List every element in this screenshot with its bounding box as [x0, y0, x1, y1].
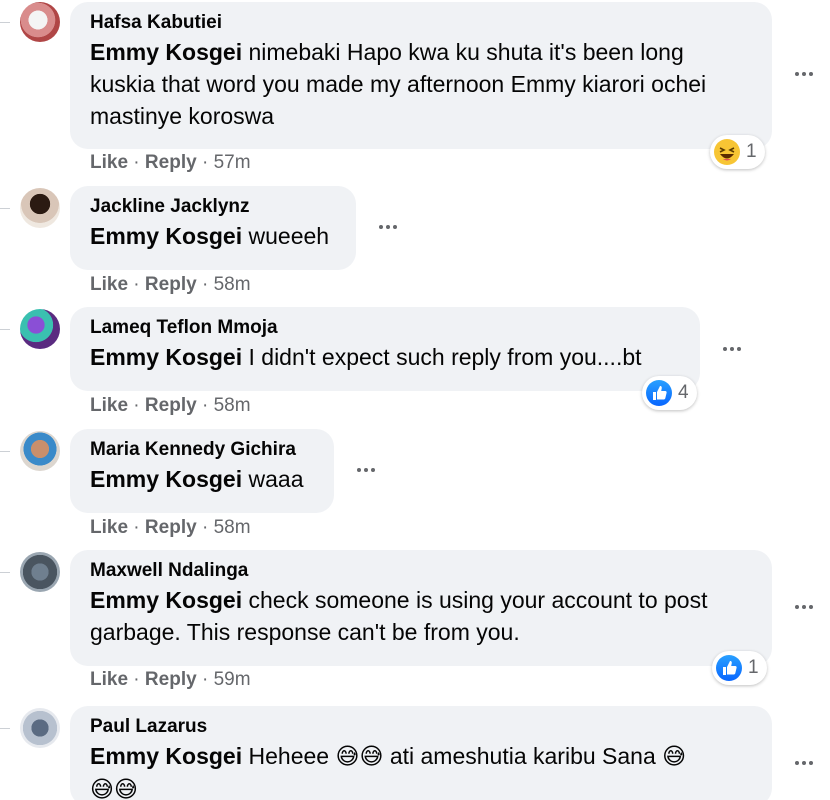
comment-actions: Like · Reply · 57m [90, 152, 251, 173]
mention-link[interactable]: Emmy Kosgei [90, 587, 242, 613]
more-options-button[interactable] [784, 59, 824, 89]
comment-author[interactable]: Maxwell Ndalinga [90, 558, 752, 584]
more-options-button[interactable] [784, 748, 824, 778]
comment-body-cont: ati ameshutia karibu Sana [383, 743, 663, 769]
like-link[interactable]: Like [90, 669, 128, 690]
thread-branch-line [0, 208, 10, 209]
timestamp[interactable]: 58m [214, 274, 251, 295]
reaction-badge[interactable]: 1 [710, 135, 765, 169]
avatar[interactable] [20, 552, 60, 592]
comment-bubble: Maxwell Ndalinga Emmy Kosgei check someo… [70, 550, 772, 666]
reaction-count: 1 [746, 141, 757, 162]
comment-author[interactable]: Maria Kennedy Gichira [90, 437, 314, 463]
reaction-badge[interactable]: 1 [712, 651, 767, 685]
mention-link[interactable]: Emmy Kosgei [90, 466, 242, 492]
comment-text: Emmy Kosgei wueeeh [90, 220, 336, 252]
comment-text: Emmy Kosgei check someone is using your … [90, 584, 752, 648]
timestamp[interactable]: 58m [214, 517, 251, 538]
avatar[interactable] [20, 188, 60, 228]
comment-author[interactable]: Paul Lazarus [90, 714, 752, 740]
sweat-smile-emoji: 😅😅 [335, 744, 384, 770]
more-options-button[interactable] [368, 212, 408, 242]
comment-bubble: Hafsa Kabutiei Emmy Kosgei nimebaki Hapo… [70, 2, 772, 149]
thread-branch-line [0, 451, 10, 452]
comment-bubble: Paul Lazarus Emmy Kosgei Heheee 😅😅 ati a… [70, 706, 772, 800]
comment-author[interactable]: Jackline Jacklynz [90, 194, 336, 220]
avatar[interactable] [20, 708, 60, 748]
like-link[interactable]: Like [90, 395, 128, 416]
mention-link[interactable]: Emmy Kosgei [90, 344, 242, 370]
reply-link[interactable]: Reply [145, 152, 197, 173]
thread-branch-line [0, 22, 10, 23]
like-icon [716, 655, 742, 681]
reaction-badge[interactable]: 4 [642, 376, 697, 410]
comment-body: wueeeh [242, 223, 330, 249]
comment-body: Heheee [242, 743, 336, 769]
comment-thread: Hafsa Kabutiei Emmy Kosgei nimebaki Hapo… [0, 0, 830, 800]
reply-link[interactable]: Reply [145, 517, 197, 538]
reply-link[interactable]: Reply [145, 274, 197, 295]
more-options-button[interactable] [346, 455, 386, 485]
timestamp[interactable]: 57m [214, 152, 251, 173]
comment-body: waaa [242, 466, 304, 492]
reply-link[interactable]: Reply [145, 669, 197, 690]
comment-actions: Like · Reply · 58m [90, 274, 251, 295]
comment-text: Emmy Kosgei nimebaki Hapo kwa ku shuta i… [90, 36, 752, 132]
timestamp[interactable]: 58m [214, 395, 251, 416]
avatar[interactable] [20, 2, 60, 42]
mention-link[interactable]: Emmy Kosgei [90, 223, 242, 249]
mention-link[interactable]: Emmy Kosgei [90, 743, 242, 769]
reaction-count: 4 [678, 382, 689, 403]
like-link[interactable]: Like [90, 152, 128, 173]
haha-icon [714, 139, 740, 165]
comment-text: Emmy Kosgei I didn't expect such reply f… [90, 341, 680, 373]
more-options-button[interactable] [784, 592, 824, 622]
comment-bubble: Jackline Jacklynz Emmy Kosgei wueeeh [70, 186, 356, 270]
comment-author[interactable]: Hafsa Kabutiei [90, 10, 752, 36]
comment-actions: Like · Reply · 58m [90, 395, 251, 416]
comment-author[interactable]: Lameq Teflon Mmoja [90, 315, 680, 341]
sweat-smile-emoji: 😅😅 [90, 777, 138, 800]
mention-link[interactable]: Emmy Kosgei [90, 39, 242, 65]
comment-actions: Like · Reply · 58m [90, 517, 251, 538]
comment-bubble: Lameq Teflon Mmoja Emmy Kosgei I didn't … [70, 307, 700, 391]
like-link[interactable]: Like [90, 517, 128, 538]
reaction-count: 1 [748, 657, 759, 678]
avatar[interactable] [20, 431, 60, 471]
thread-branch-line [0, 329, 10, 330]
comment-text: Emmy Kosgei Heheee 😅😅 ati ameshutia kari… [90, 740, 752, 800]
comment-bubble: Maria Kennedy Gichira Emmy Kosgei waaa [70, 429, 334, 513]
thread-branch-line [0, 728, 10, 729]
like-link[interactable]: Like [90, 274, 128, 295]
comment-text: Emmy Kosgei waaa [90, 463, 314, 495]
thread-branch-line [0, 572, 10, 573]
comment-actions: Like · Reply · 59m [90, 669, 251, 690]
more-options-button[interactable] [712, 334, 752, 364]
comment-body: I didn't expect such reply from you....b… [242, 344, 642, 370]
timestamp[interactable]: 59m [214, 669, 251, 690]
reply-link[interactable]: Reply [145, 395, 197, 416]
like-icon [646, 380, 672, 406]
avatar[interactable] [20, 309, 60, 349]
sweat-smile-emoji: 😅 [662, 744, 687, 770]
